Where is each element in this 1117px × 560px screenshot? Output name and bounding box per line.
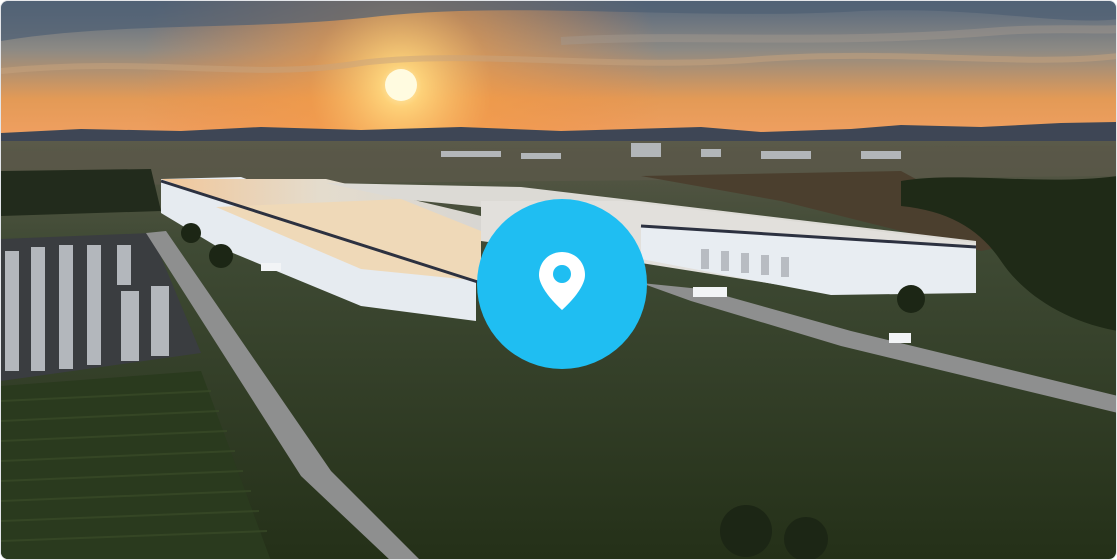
- location-pin-icon: [539, 252, 585, 310]
- location-card[interactable]: [0, 0, 1117, 560]
- location-pin-button[interactable]: [477, 199, 647, 369]
